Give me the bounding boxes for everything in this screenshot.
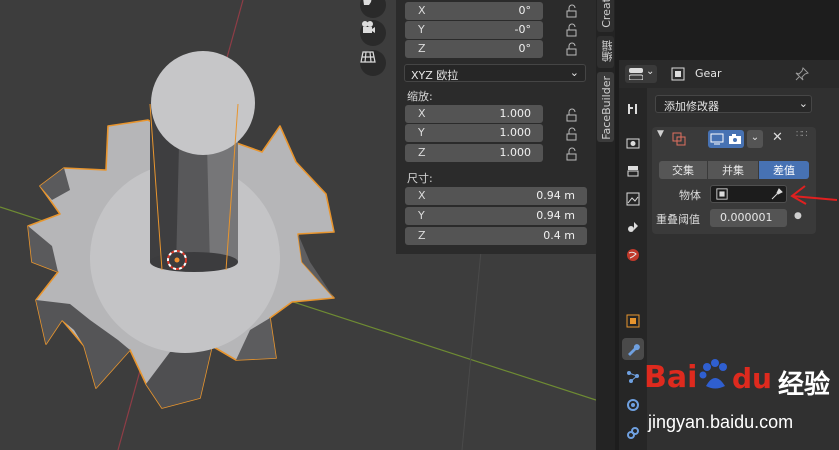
view-layer-icon[interactable]: [622, 188, 644, 210]
sidebar-tabs: Creat 编辑 FaceBuilder: [596, 0, 615, 450]
lock-icon[interactable]: [564, 42, 578, 56]
collapse-arrow-icon[interactable]: ▼: [657, 129, 664, 139]
rotation-y-field[interactable]: Y -0°: [405, 21, 543, 39]
lock-icon[interactable]: [564, 147, 578, 161]
lock-icon[interactable]: [564, 23, 578, 37]
pin-icon[interactable]: [795, 67, 809, 81]
object-field[interactable]: [710, 185, 787, 203]
operation-intersect-button[interactable]: 交集: [659, 161, 707, 179]
keyframe-dot-icon[interactable]: ●: [794, 211, 802, 221]
camera-icon[interactable]: [728, 133, 742, 145]
watermark-brand-a: Bai: [644, 360, 698, 395]
object-label: 物体: [679, 189, 701, 202]
monitor-icon[interactable]: [710, 133, 724, 145]
tab-facebuilder[interactable]: FaceBuilder: [597, 72, 614, 142]
chevron-down-icon: ⌄: [798, 97, 808, 110]
lock-icon[interactable]: [564, 108, 578, 122]
dimensions-label: 尺寸:: [407, 172, 433, 185]
boolean-modifier-panel: ▼ ⌄ ✕ ∷∷ 交集 并集 差值 物体 重叠阈值 0.000001 ●: [652, 127, 816, 234]
tool-icon[interactable]: [622, 98, 644, 120]
object-icon: [671, 67, 685, 81]
scale-x-field[interactable]: X 1.000: [405, 105, 543, 123]
paw-icon: [699, 359, 727, 389]
watermark-url: jingyan.baidu.com: [648, 412, 794, 432]
eyedropper-icon[interactable]: [771, 188, 783, 200]
sidebar-n-panel: X 0° Y -0° Z 0° XYZ 欧拉 ⌄ 缩放: X 1.000 Y 1.000 Z…: [396, 0, 596, 254]
scene-icon[interactable]: [622, 216, 644, 238]
chevron-down-icon: ⌄: [569, 66, 579, 79]
editor-type-button[interactable]: ⌄: [625, 65, 657, 83]
rotation-x-field[interactable]: X 0°: [405, 2, 543, 20]
render-icon[interactable]: [622, 132, 644, 154]
dimension-z-field[interactable]: Z 0.4 m: [405, 227, 587, 245]
add-modifier-dropdown[interactable]: 添加修改器 ⌄: [655, 95, 812, 113]
rotation-mode-select[interactable]: XYZ 欧拉 ⌄: [404, 64, 586, 82]
baidu-watermark: Bai du 经验 jingyan.baidu.com: [640, 356, 839, 450]
watermark-brand-cn: 经验: [778, 370, 831, 400]
lock-icon[interactable]: [564, 127, 578, 141]
rotation-z-field[interactable]: Z 0°: [405, 40, 543, 58]
tab-create[interactable]: Creat: [597, 0, 614, 32]
drag-handle-icon[interactable]: ∷∷: [796, 129, 808, 140]
scale-z-field[interactable]: Z 1.000: [405, 144, 543, 162]
properties-editor-icon: [629, 68, 643, 80]
camera-icon[interactable]: [360, 20, 386, 46]
scale-label: 缩放:: [407, 90, 433, 103]
output-icon[interactable]: [622, 160, 644, 182]
scale-y-field[interactable]: Y 1.000: [405, 124, 543, 142]
gear-object: [27, 51, 335, 409]
overlap-threshold-field[interactable]: 0.000001: [710, 209, 787, 227]
tab-edit[interactable]: 编辑: [597, 36, 614, 68]
world-icon[interactable]: [622, 244, 644, 266]
properties-header: ⌄ Gear: [619, 60, 839, 88]
chevron-down-icon: ⌄: [646, 66, 655, 77]
viewport-render-toggles: [708, 130, 744, 148]
overlap-threshold-label: 重叠阈值: [656, 213, 700, 226]
object-icon: [716, 188, 728, 200]
operation-difference-button[interactable]: 差值: [759, 161, 809, 179]
chevron-down-icon[interactable]: ⌄: [747, 130, 763, 148]
object-properties-icon[interactable]: [622, 310, 644, 332]
lock-icon[interactable]: [564, 4, 578, 18]
dimension-x-field[interactable]: X 0.94 m: [405, 187, 587, 205]
close-icon[interactable]: ✕: [772, 130, 783, 145]
grid-icon[interactable]: [360, 50, 386, 76]
dimension-y-field[interactable]: Y 0.94 m: [405, 207, 587, 225]
object-name: Gear: [695, 67, 722, 80]
watermark-brand-b: du: [732, 362, 772, 395]
boolean-modifier-icon: [672, 132, 686, 146]
operation-union-button[interactable]: 并集: [708, 161, 758, 179]
